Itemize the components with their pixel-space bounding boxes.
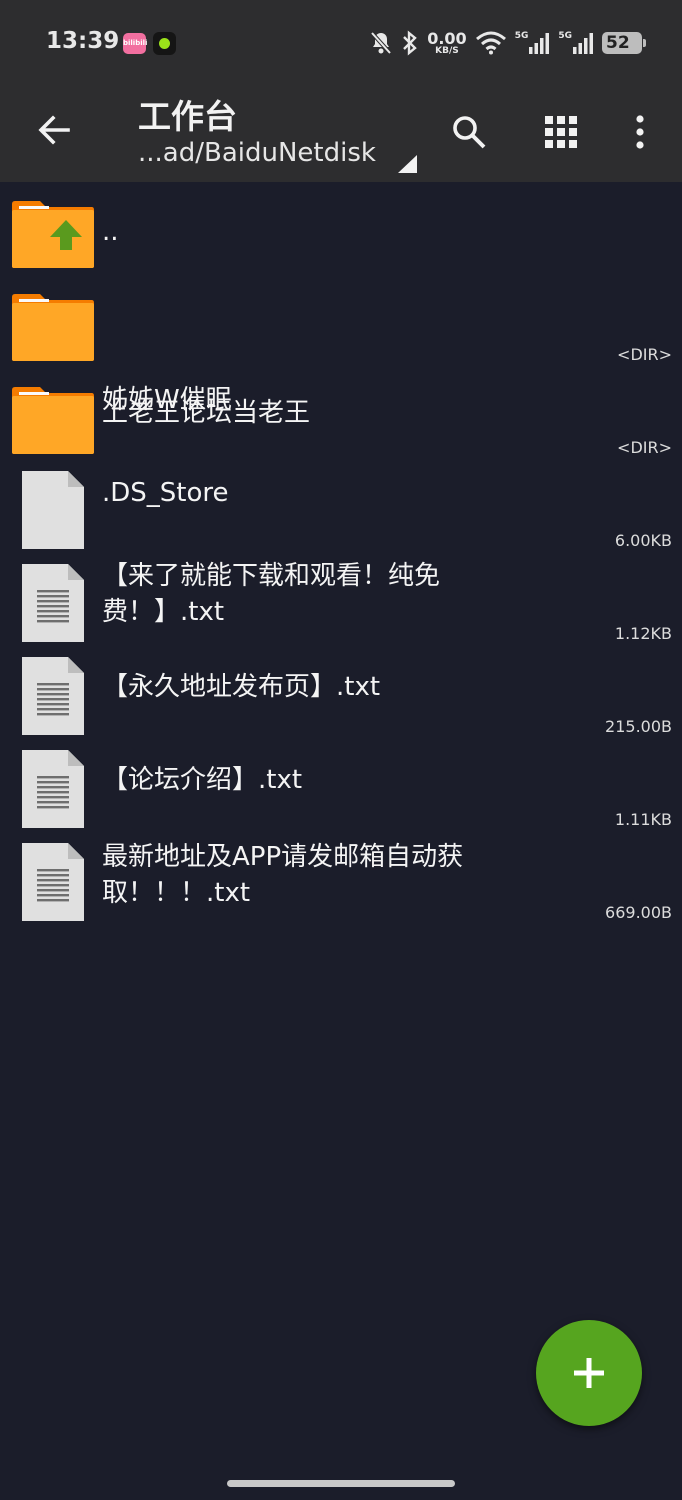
signal-strength-icon-2: [573, 33, 593, 54]
file-list: .. 上老王论坛当老王 <DIR> 姊姊W催眠 <DIR> .DS_Store …: [0, 182, 682, 926]
plus-icon: [574, 1358, 604, 1388]
page-title: 工作台: [138, 97, 237, 136]
grid-view-button[interactable]: [539, 110, 583, 154]
file-row-text-file[interactable]: 【永久地址发布页】.txt 215.00B: [0, 647, 682, 740]
file-name: ..: [102, 217, 119, 247]
file-row-file[interactable]: .DS_Store 6.00KB: [0, 461, 682, 554]
file-row-parent[interactable]: ..: [0, 182, 682, 275]
network-speed-unit: KB/S: [435, 45, 459, 56]
green-dot-app-icon: [153, 32, 176, 55]
network-speed-value: 0.00: [427, 28, 467, 48]
file-meta: 215.00B: [605, 717, 672, 736]
search-icon: [453, 116, 486, 149]
signal1-label: 5G: [514, 31, 529, 41]
folder-icon: [12, 387, 94, 454]
bilibili-app-icon: bilibili: [123, 33, 147, 54]
file-meta: 1.11KB: [614, 810, 672, 829]
network-speed: 0.00 KB/S: [427, 28, 467, 56]
path-dropdown-icon[interactable]: [396, 154, 418, 174]
bluetooth-icon: [403, 30, 417, 56]
file-name: 【论坛介绍】.txt: [102, 765, 303, 795]
current-path[interactable]: ...ad/BaiduNetdisk: [138, 138, 376, 168]
signal2-label: 5G: [558, 31, 572, 41]
file-name: 最新地址及APP请发邮箱自动获取！！！.txt: [102, 842, 464, 908]
grid-view-icon: [545, 116, 577, 148]
file-name: 姊姊W催眠: [102, 385, 232, 415]
file-name: .DS_Store: [102, 478, 229, 508]
text-file-icon: [22, 750, 84, 828]
file-row-text-file[interactable]: 【来了就能下载和观看！纯免费！】.txt 1.12KB: [0, 554, 682, 647]
file-meta: 1.12KB: [614, 624, 672, 643]
app-toolbar: 工作台 ...ad/BaiduNetdisk: [0, 86, 682, 182]
file-row-folder[interactable]: 上老王论坛当老王 <DIR>: [0, 275, 682, 428]
file-icon: [22, 471, 84, 549]
file-meta: 669.00B: [605, 903, 672, 922]
file-row-text-file[interactable]: 最新地址及APP请发邮箱自动获取！！！.txt 669.00B: [0, 833, 682, 926]
status-time: 13:39: [46, 28, 120, 54]
file-meta: <DIR>: [617, 438, 672, 457]
folder-icon: [12, 294, 94, 361]
file-row-text-file[interactable]: 【论坛介绍】.txt 1.11KB: [0, 740, 682, 833]
search-button[interactable]: [447, 110, 491, 154]
status-indicators: 0.00 KB/S 5G 5G 52: [369, 26, 646, 60]
more-vert-icon: [636, 115, 644, 149]
arrow-back-icon: [38, 115, 70, 145]
file-name: 【永久地址发布页】.txt: [102, 672, 381, 702]
file-meta: 6.00KB: [614, 531, 672, 550]
parent-folder-icon: [12, 201, 94, 268]
wifi-icon: [475, 31, 506, 55]
file-name: 【来了就能下载和观看！纯免费！】.txt: [102, 561, 441, 627]
text-file-icon: [22, 843, 84, 921]
battery-level: 52: [602, 32, 646, 54]
more-options-button[interactable]: [618, 110, 662, 154]
mute-bell-icon: [370, 31, 392, 55]
file-row-folder[interactable]: 姊姊W催眠 <DIR>: [0, 368, 682, 461]
signal-strength-icon-1: [529, 33, 550, 54]
back-button[interactable]: [34, 110, 74, 150]
add-fab-button[interactable]: [536, 1320, 642, 1426]
status-bar: 13:39 bilibili 0.00 KB/S 5G 5G 52: [0, 0, 682, 86]
text-file-icon: [22, 564, 84, 642]
home-indicator[interactable]: [227, 1480, 455, 1487]
text-file-icon: [22, 657, 84, 735]
file-meta: <DIR>: [617, 345, 672, 364]
